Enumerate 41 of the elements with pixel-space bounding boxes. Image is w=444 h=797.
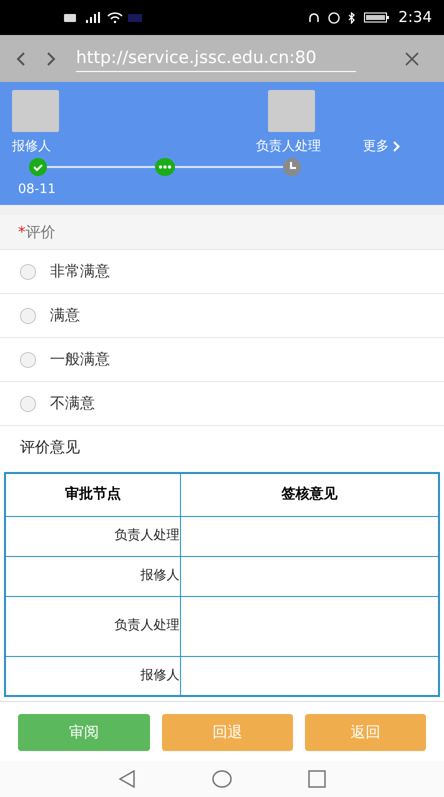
back-nav-icon[interactable] bbox=[118, 770, 136, 788]
radio-option[interactable]: 不满意 bbox=[0, 382, 444, 426]
option-label: 一般满意 bbox=[50, 349, 110, 370]
radio-button[interactable] bbox=[20, 264, 36, 280]
radio-button[interactable] bbox=[20, 396, 36, 412]
chevron-right-icon bbox=[393, 140, 400, 152]
radio-option[interactable]: 一般满意 bbox=[0, 338, 444, 382]
radio-option[interactable]: 满意 bbox=[0, 294, 444, 338]
recents-nav-icon[interactable] bbox=[308, 770, 326, 788]
option-label: 非常满意 bbox=[50, 261, 110, 282]
section-title: 评价 bbox=[26, 222, 56, 243]
close-button[interactable] bbox=[404, 50, 420, 66]
more-link[interactable]: 更多 bbox=[363, 136, 400, 156]
back-button[interactable] bbox=[16, 50, 26, 66]
table-cell: 负责人处理 bbox=[5, 596, 180, 656]
step-label: 负责人处理 bbox=[256, 138, 321, 154]
status-time: 2:34 bbox=[398, 7, 432, 28]
action-button[interactable]: 审阅 bbox=[18, 714, 150, 751]
battery-icon bbox=[364, 12, 390, 23]
radio-button[interactable] bbox=[20, 308, 36, 324]
option-label: 不满意 bbox=[50, 393, 95, 414]
column-header: 审批节点 bbox=[5, 473, 180, 516]
forward-button[interactable] bbox=[46, 50, 56, 66]
comment-label: 评价意见 bbox=[20, 436, 80, 458]
required-mark: * bbox=[18, 222, 26, 243]
step-date: 08-11 bbox=[18, 182, 56, 197]
forward-icon bbox=[46, 50, 56, 66]
table-cell: 报修人 bbox=[5, 556, 180, 596]
radio-button[interactable] bbox=[20, 352, 36, 368]
radio-option[interactable]: 非常满意 bbox=[0, 250, 444, 294]
back-icon bbox=[16, 50, 26, 66]
option-label: 满意 bbox=[50, 305, 80, 326]
step-label: 报修人 bbox=[12, 138, 51, 154]
action-button[interactable]: 返回 bbox=[305, 714, 426, 751]
headphones-icon bbox=[308, 12, 320, 24]
bluetooth-icon bbox=[348, 12, 356, 24]
action-button[interactable]: 回退 bbox=[162, 714, 294, 751]
close-icon bbox=[404, 50, 420, 66]
table-cell: 负责人处理 bbox=[5, 516, 180, 556]
alarm-icon bbox=[328, 12, 340, 24]
home-nav-icon[interactable] bbox=[212, 770, 232, 788]
